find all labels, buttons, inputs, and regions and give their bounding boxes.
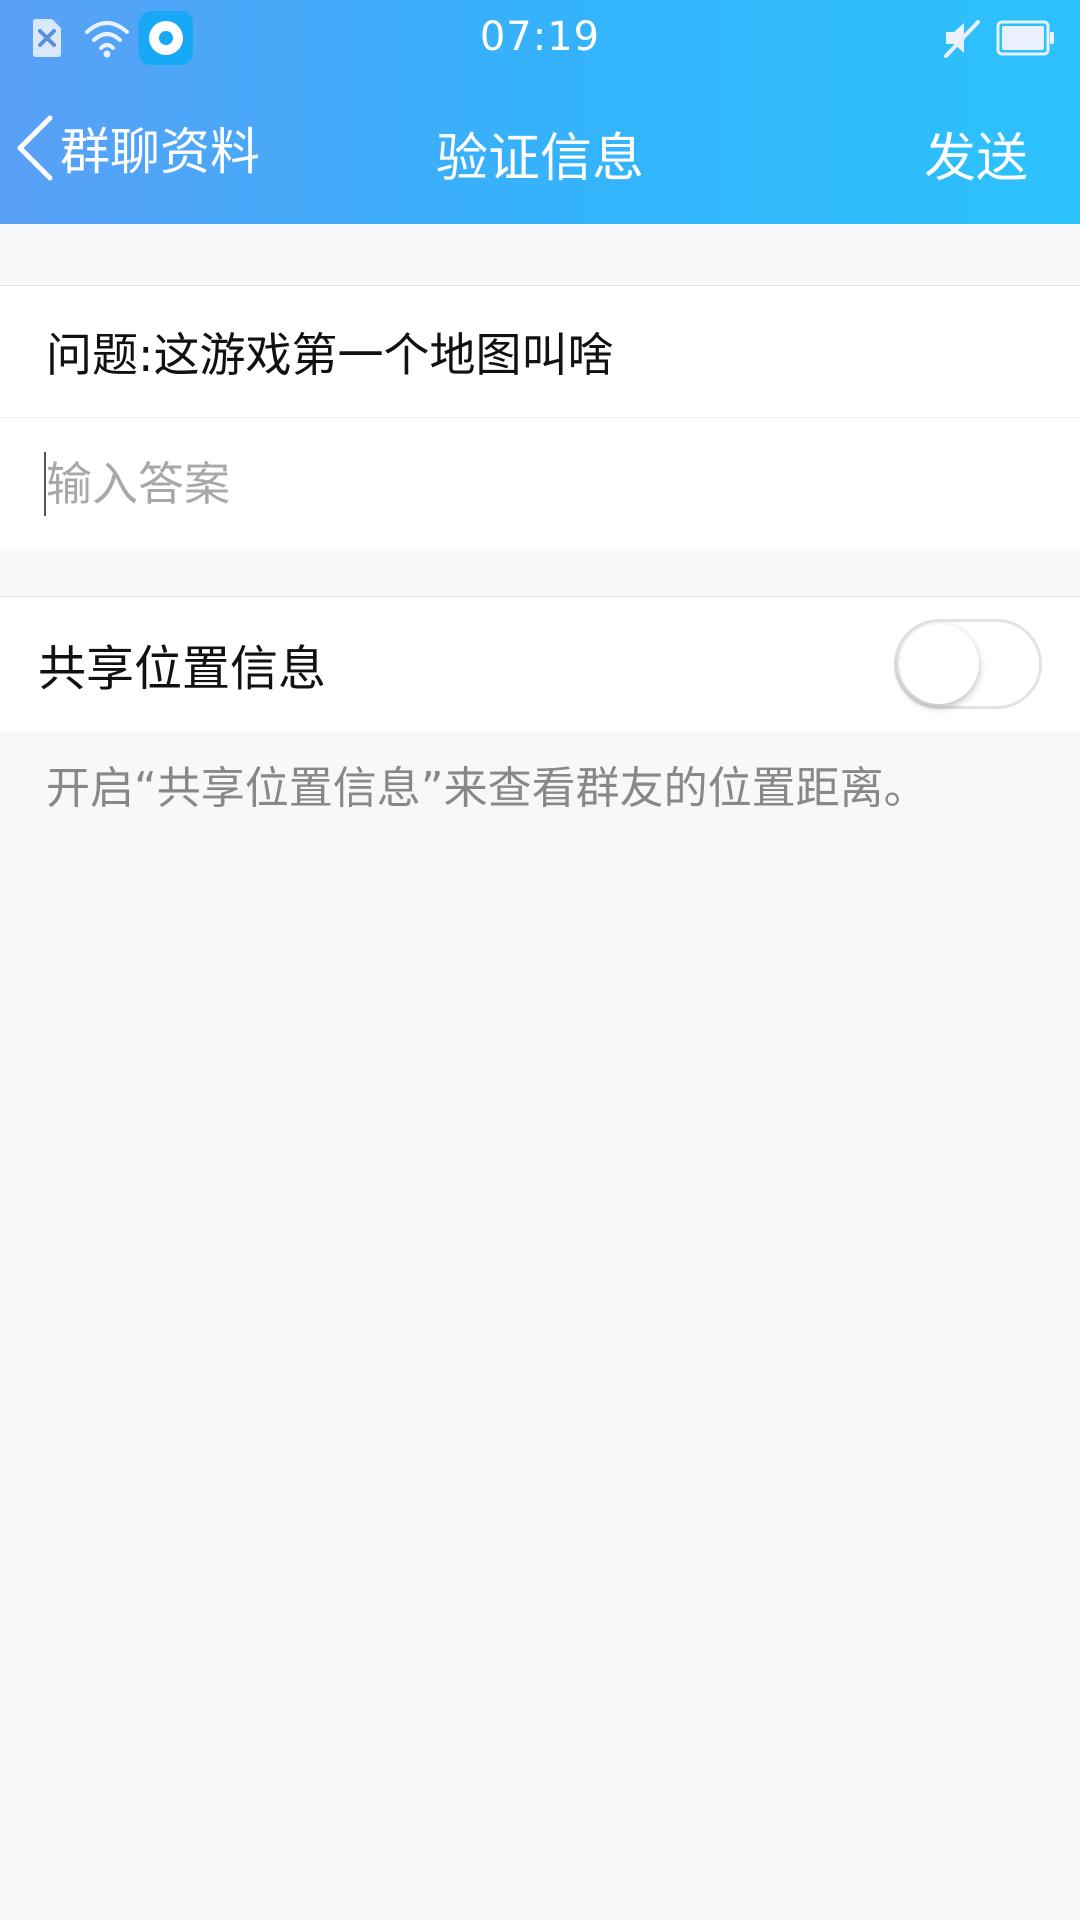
question-text: 问题:这游戏第一个地图叫啥 [0,286,1080,418]
answer-row[interactable] [0,418,1080,549]
answer-input[interactable] [44,455,948,512]
verification-form: 问题:这游戏第一个地图叫啥 [0,285,1080,549]
nav-bar: 群聊资料 验证信息 发送 [0,88,1080,208]
header: 07:19 群聊资料 验证信息 发送 [0,0,1080,224]
send-button[interactable]: 发送 [924,116,1028,191]
status-bar: 07:19 [0,0,1080,78]
share-location-row: 共享位置信息 [0,597,1080,731]
mute-icon [944,20,980,58]
location-hint: 开启“共享位置信息”来查看群友的位置距离。 [46,763,928,814]
toggle-knob [899,624,979,704]
share-location-toggle[interactable] [894,619,1042,709]
page-title: 验证信息 [435,129,644,189]
battery-icon [996,20,1054,56]
status-clock: 07:19 [479,14,601,60]
share-location-label: 共享位置信息 [38,641,327,697]
location-section: 共享位置信息 [0,596,1080,731]
